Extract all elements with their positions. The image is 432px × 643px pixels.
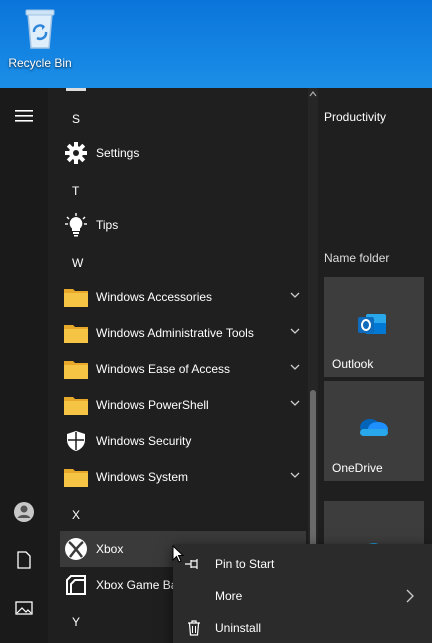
user-icon (14, 502, 34, 522)
start-rail (0, 88, 48, 643)
hamburger-icon (15, 110, 33, 122)
app-label: Windows Security (96, 434, 192, 448)
app-label: Tips (96, 218, 119, 232)
menu-item-label: Pin to Start (215, 557, 275, 571)
menu-item-pin-to-start[interactable]: Pin to Start (173, 548, 432, 580)
app-label: Settings (96, 146, 140, 160)
folder-icon (62, 391, 90, 419)
account-button[interactable] (0, 492, 48, 532)
document-icon (17, 551, 31, 569)
gear-icon (62, 139, 90, 167)
context-menu: Pin to Start More Uninstall (173, 544, 432, 643)
folder-windows-system[interactable]: Windows System (60, 459, 306, 495)
letter-header-w[interactable]: W (72, 256, 83, 270)
chevron-down-icon (290, 328, 300, 334)
tile-outlook[interactable]: Outlook (324, 277, 424, 377)
recycle-bin-icon (25, 9, 55, 49)
folder-label: Windows PowerShell (96, 398, 209, 412)
letter-header-x[interactable]: X (72, 508, 80, 522)
letter-header-t[interactable]: T (72, 184, 79, 198)
folder-windows-powershell[interactable]: Windows PowerShell (60, 387, 306, 423)
app-label: Xbox Game Bar (96, 578, 182, 592)
onedrive-icon (356, 415, 390, 444)
folder-label: Windows Ease of Access (96, 362, 231, 376)
menu-item-label: More (215, 589, 243, 603)
chevron-down-icon (290, 292, 300, 298)
chevron-right-icon (406, 589, 414, 603)
shield-icon (62, 427, 90, 455)
app-label: Xbox (96, 542, 124, 556)
folder-label: Windows Accessories (96, 290, 213, 304)
pictures-button[interactable] (0, 588, 48, 628)
folder-icon (62, 319, 90, 347)
trash-icon (173, 620, 215, 636)
outlook-icon (356, 311, 388, 344)
tile-label: Outlook (332, 357, 374, 371)
lightbulb-icon (62, 211, 90, 239)
letter-header-s[interactable]: S (72, 112, 80, 126)
desktop: Recycle Bin (0, 0, 432, 88)
recycle-bin-shortcut[interactable]: Recycle Bin (4, 6, 76, 70)
partial-divider (66, 88, 86, 91)
start-menu: S Settings T Tips W Windows Accessories … (0, 88, 432, 643)
menu-item-label: Uninstall (215, 621, 262, 635)
folder-label: Windows Administrative Tools (96, 326, 254, 340)
app-tips[interactable]: Tips (60, 207, 306, 243)
tile-onedrive[interactable]: OneDrive (324, 381, 424, 481)
app-windows-security[interactable]: Windows Security (60, 423, 306, 459)
menu-item-more[interactable]: More (173, 580, 432, 612)
chevron-down-icon (290, 400, 300, 406)
folder-windows-ease-of-access[interactable]: Windows Ease of Access (60, 351, 306, 387)
chevron-down-icon (290, 364, 300, 370)
folder-label: Windows System (96, 470, 189, 484)
tile-label: OneDrive (332, 461, 383, 475)
folder-icon (62, 283, 90, 311)
folder-windows-administrative-tools[interactable]: Windows Administrative Tools (60, 315, 306, 351)
picture-icon (15, 601, 33, 615)
tile-group-title-name-folder[interactable]: Name folder (324, 251, 389, 265)
scroll-up-icon[interactable] (309, 91, 317, 97)
hamburger-menu-button[interactable] (0, 96, 48, 136)
game-bar-icon (62, 571, 90, 599)
folder-icon (62, 463, 90, 491)
mouse-cursor-icon (172, 545, 184, 563)
chevron-down-icon (290, 472, 300, 478)
recycle-bin-label: Recycle Bin (8, 56, 72, 70)
folder-icon (62, 355, 90, 383)
letter-header-y[interactable]: Y (72, 615, 80, 629)
tile-group-title-productivity[interactable]: Productivity (324, 110, 386, 124)
menu-item-uninstall[interactable]: Uninstall (173, 612, 432, 643)
folder-windows-accessories[interactable]: Windows Accessories (60, 279, 306, 315)
app-settings[interactable]: Settings (60, 135, 306, 171)
documents-button[interactable] (0, 540, 48, 580)
xbox-icon (62, 535, 90, 563)
